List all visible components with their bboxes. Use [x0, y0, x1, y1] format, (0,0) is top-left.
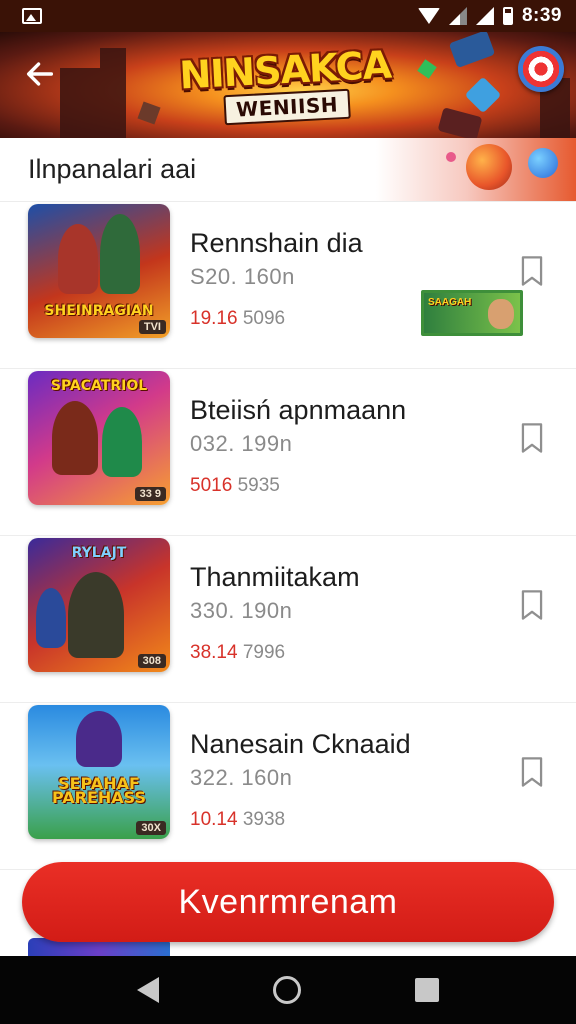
status-bar: 8:39	[0, 0, 576, 32]
orb-decoration	[446, 152, 456, 162]
system-nav-bar	[0, 956, 576, 1024]
logo-sub-text: WENIISH	[223, 88, 351, 126]
debris-decoration	[137, 101, 161, 125]
game-size: 330. 190n	[190, 598, 293, 623]
gem-decoration	[417, 59, 437, 79]
bookmark-button[interactable]	[518, 421, 548, 457]
character-art	[52, 401, 98, 475]
character-art	[100, 214, 140, 294]
character-art	[68, 572, 124, 658]
bookmark-icon	[521, 256, 543, 286]
character-art	[102, 407, 142, 477]
game-stats-rest: 5096	[242, 308, 286, 329]
orb-decoration	[466, 144, 512, 190]
promo-card[interactable]: SAAGAH	[421, 290, 523, 336]
bookmark-icon	[521, 590, 543, 620]
target-icon	[518, 46, 564, 92]
game-thumbnail[interactable]: RYLAJT 308	[28, 538, 170, 672]
game-name[interactable]: Bteiisń apnmaann	[190, 395, 406, 426]
game-name[interactable]: Rennshain dia	[190, 228, 363, 259]
wifi-icon	[417, 8, 440, 24]
thumbnail-title: SHEINRAGIAN	[44, 303, 154, 319]
game-name[interactable]: Thanmiitakam	[190, 562, 360, 593]
game-stats: 5016 5935	[190, 475, 280, 497]
game-stats: 38.14 7996	[190, 642, 285, 664]
list-item[interactable]: SHEINRAGIAN TVI Rennshain dia S20. 160n …	[0, 202, 576, 369]
promo-character-art	[488, 299, 514, 329]
game-thumbnail[interactable]: SHEINRAGIAN TVI	[28, 204, 170, 338]
game-stats-highlight: 5016	[190, 475, 233, 496]
back-triangle-icon[interactable]	[137, 977, 159, 1003]
thumbnail-tag: 308	[137, 654, 166, 668]
signal-icon	[448, 7, 467, 25]
game-stats: 10.14 3938	[190, 809, 285, 831]
primary-action-button[interactable]: Kvenrmrenam	[22, 862, 554, 942]
arrow-left-icon	[26, 62, 54, 86]
character-art	[36, 588, 66, 648]
bookmark-icon	[521, 423, 543, 453]
game-stats: 19.16 5096	[190, 308, 285, 330]
block-decoration	[448, 32, 496, 69]
back-button[interactable]	[18, 52, 62, 96]
banner-header: NINSAKCA WENIISH	[0, 32, 576, 138]
character-art	[76, 711, 122, 767]
game-stats-rest: 7996	[242, 642, 286, 663]
status-left	[22, 8, 42, 24]
game-size: S20. 160n	[190, 264, 295, 289]
recents-square-icon[interactable]	[415, 978, 439, 1002]
city-building-decoration	[60, 68, 100, 138]
promo-text: SAAGAH	[428, 297, 472, 308]
list-item[interactable]: SEPAHAF PAREHASS 30X Nanesain Cknaaid 32…	[0, 703, 576, 870]
status-right: 8:39	[417, 5, 562, 27]
game-stats-highlight: 19.16	[190, 308, 238, 329]
game-stats-highlight: 10.14	[190, 809, 238, 830]
game-stats-rest: 3938	[242, 809, 286, 830]
app-screen: 8:39 NINSAKCA WENIISH Ilnpanalari aai SH…	[0, 0, 576, 1024]
thumbnail-tag: 33 9	[134, 487, 166, 501]
thumbnail-title: SEPAHAF PAREHASS	[52, 774, 146, 807]
block-decoration	[437, 107, 483, 138]
section-title: Ilnpanalari aai	[28, 154, 197, 184]
bookmark-button[interactable]	[518, 755, 548, 791]
logo-main-text: NINSAKCA	[178, 42, 392, 98]
orb-decoration	[528, 148, 558, 178]
thumbnail-tag: TVI	[138, 320, 166, 334]
game-thumbnail[interactable]: SEPAHAF PAREHASS 30X	[28, 705, 170, 839]
home-circle-icon[interactable]	[273, 976, 301, 1004]
battery-icon	[502, 7, 513, 25]
game-thumbnail[interactable]: SPACATRIOL 33 9	[28, 371, 170, 505]
gem-decoration	[464, 76, 502, 114]
thumbnail-title: SPACATRIOL	[50, 378, 148, 394]
thumbnail-tag: 30X	[136, 821, 166, 835]
character-art	[58, 224, 98, 294]
game-name[interactable]: Nanesain Cknaaid	[190, 729, 411, 760]
game-size: 322. 160n	[190, 765, 293, 790]
game-size: 032. 199n	[190, 431, 293, 456]
game-stats-rest: 5935	[237, 475, 280, 496]
bookmark-button[interactable]	[518, 254, 548, 290]
list-item[interactable]: RYLAJT 308 Thanmiitakam 330. 190n 38.14 …	[0, 536, 576, 703]
game-list[interactable]: SHEINRAGIAN TVI Rennshain dia S20. 160n …	[0, 202, 576, 870]
game-logo: NINSAKCA WENIISH	[178, 35, 392, 137]
bookmark-icon	[521, 757, 543, 787]
list-item[interactable]: SPACATRIOL 33 9 Bteiisń apnmaann 032. 19…	[0, 369, 576, 536]
signal-icon-2	[475, 7, 494, 25]
bookmark-button[interactable]	[518, 588, 548, 624]
section-header: Ilnpanalari aai	[0, 138, 576, 202]
game-stats-highlight: 38.14	[190, 642, 238, 663]
status-time: 8:39	[521, 5, 562, 26]
photo-icon	[22, 8, 42, 24]
thumbnail-title: RYLAJT	[71, 545, 127, 561]
city-building-decoration	[100, 48, 126, 138]
